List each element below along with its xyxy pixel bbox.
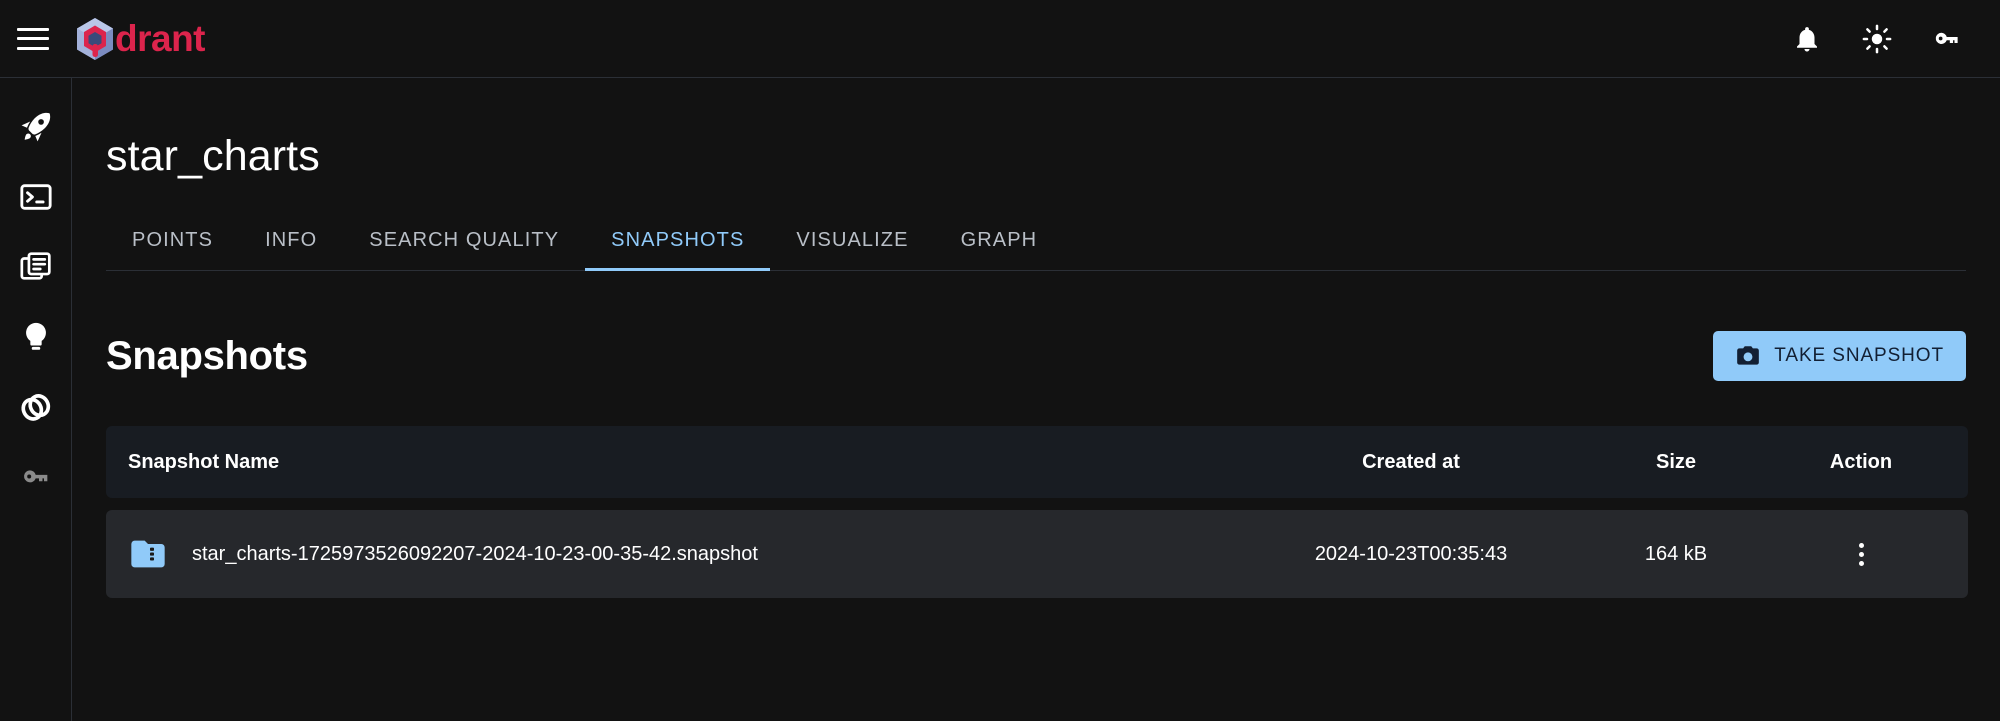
api-key-button[interactable] <box>1930 22 1964 56</box>
brand-name: drant <box>115 18 206 59</box>
column-header-action: Action <box>1829 450 1893 473</box>
created-at-cell: 2024-10-23T00:35:43 <box>1314 542 1508 565</box>
snapshots-table: Snapshot Name Created at Size Action sta… <box>106 426 1968 598</box>
datasets-icon <box>20 394 50 421</box>
qdrant-dashboard: drant star_charts POINTS INFO SEARCH QUA… <box>0 0 2000 721</box>
sidebar-item-console[interactable] <box>11 162 61 232</box>
sidebar-item-welcome[interactable] <box>11 92 61 162</box>
page-title: star_charts <box>106 132 320 180</box>
sidebar-item-datasets[interactable] <box>11 372 61 442</box>
folder-zip-icon <box>131 540 165 568</box>
tab-visualize[interactable]: VISUALIZE <box>770 215 934 271</box>
sidebar-rail <box>0 78 72 721</box>
sidebar-item-collections[interactable] <box>11 232 61 302</box>
rocket-icon <box>21 112 50 142</box>
tab-points[interactable]: POINTS <box>106 215 239 271</box>
theme-toggle-button[interactable] <box>1860 22 1894 56</box>
take-snapshot-button[interactable]: TAKE SNAPSHOT <box>1713 331 1966 381</box>
key-icon <box>23 470 47 483</box>
column-header-snapshot-name: Snapshot Name <box>128 450 280 473</box>
take-snapshot-label: TAKE SNAPSHOT <box>1774 345 1944 366</box>
snapshots-section-header: Snapshots TAKE SNAPSHOT <box>106 331 1966 381</box>
sidebar-item-access[interactable] <box>11 442 61 512</box>
notifications-button[interactable] <box>1790 22 1824 56</box>
tab-search-quality[interactable]: SEARCH QUALITY <box>343 215 585 271</box>
brand-logo[interactable]: drant <box>71 15 206 63</box>
key-icon <box>1935 32 1958 44</box>
bell-icon <box>1797 26 1817 51</box>
top-bar: drant <box>0 0 2000 78</box>
tab-graph[interactable]: GRAPH <box>935 215 1064 271</box>
snapshot-name-cell: star_charts-1725973526092207-2024-10-23-… <box>106 534 1246 574</box>
section-title: Snapshots <box>106 333 308 378</box>
sun-icon <box>1862 24 1892 53</box>
table-row[interactable]: star_charts-1725973526092207-2024-10-23-… <box>106 510 1968 598</box>
more-vertical-icon[interactable] <box>1844 537 1878 571</box>
lightbulb-icon <box>25 322 46 350</box>
camera-icon <box>1737 346 1760 365</box>
collection-tabs: POINTS INFO SEARCH QUALITY SNAPSHOTS VIS… <box>106 215 1966 271</box>
topbar-actions <box>1790 22 2000 56</box>
column-header-size: Size <box>1655 450 1697 473</box>
main-content: star_charts POINTS INFO SEARCH QUALITY S… <box>72 78 2000 721</box>
tab-info[interactable]: INFO <box>239 215 343 271</box>
tab-snapshots[interactable]: SNAPSHOTS <box>585 215 771 271</box>
table-header-row: Snapshot Name Created at Size Action <box>106 426 1968 498</box>
column-header-created-at: Created at <box>1362 450 1460 473</box>
console-icon <box>19 184 52 210</box>
hamburger-menu-icon[interactable] <box>17 27 49 50</box>
qdrant-cube-logo-icon <box>77 17 113 60</box>
size-cell: 164 kB <box>1644 542 1708 565</box>
snapshot-name-text: star_charts-1725973526092207-2024-10-23-… <box>192 542 758 565</box>
collections-icon <box>19 252 51 280</box>
action-cell <box>1776 537 1946 571</box>
sidebar-item-tutorial[interactable] <box>11 302 61 372</box>
